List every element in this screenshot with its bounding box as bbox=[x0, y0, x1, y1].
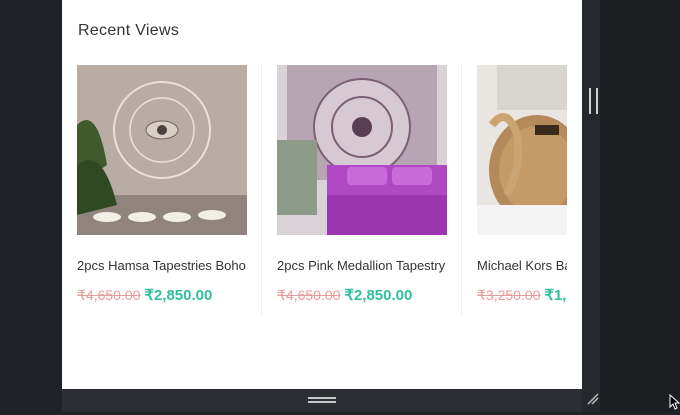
section-title: Recent Views bbox=[78, 22, 180, 39]
card-divider bbox=[461, 65, 462, 315]
product-prices: ₹4,650.00 ₹2,850.00 bbox=[77, 286, 212, 305]
product-prices: ₹3,250.00₹1,950.00 bbox=[477, 286, 567, 305]
bottom-resize-bar[interactable] bbox=[62, 389, 582, 412]
product-name[interactable]: 2pcs Hamsa Tapestries Boho bbox=[77, 258, 247, 273]
product-name[interactable]: 2pcs Pink Medallion Tapestry bbox=[277, 258, 447, 273]
product-card[interactable]: Michael Kors Bag ₹3,250.00₹1,950.00 bbox=[477, 65, 567, 315]
product-image-medallion[interactable] bbox=[277, 65, 447, 235]
product-image-hamsa[interactable] bbox=[77, 65, 247, 235]
product-image-bag[interactable] bbox=[477, 65, 567, 235]
sale-price: ₹2,850.00 bbox=[344, 287, 413, 304]
right-strip bbox=[600, 0, 680, 412]
vertical-resize-grip[interactable] bbox=[589, 88, 598, 114]
recent-views-panel: Recent Views 2pcs Hamsa Tapestries Boho … bbox=[62, 0, 582, 389]
product-card[interactable]: 2pcs Pink Medallion Tapestry ₹4,650.00 ₹2… bbox=[277, 65, 462, 315]
old-price: ₹3,250.00 bbox=[477, 287, 541, 303]
sale-price: ₹2,850.00 bbox=[144, 287, 213, 304]
horizontal-grip-icon bbox=[308, 397, 336, 403]
left-gutter bbox=[0, 0, 62, 412]
product-name[interactable]: Michael Kors Bag bbox=[477, 258, 567, 273]
old-price: ₹4,650.00 bbox=[77, 287, 141, 303]
product-prices: ₹4,650.00 ₹2,850.00 bbox=[277, 286, 412, 305]
card-divider bbox=[261, 65, 262, 315]
sale-price: ₹1,950.00 bbox=[544, 287, 567, 304]
old-price: ₹4,650.00 bbox=[277, 287, 341, 303]
resize-handle-icon[interactable] bbox=[586, 392, 600, 411]
product-card[interactable]: 2pcs Hamsa Tapestries Boho ₹4,650.00 ₹2,8… bbox=[77, 65, 262, 315]
